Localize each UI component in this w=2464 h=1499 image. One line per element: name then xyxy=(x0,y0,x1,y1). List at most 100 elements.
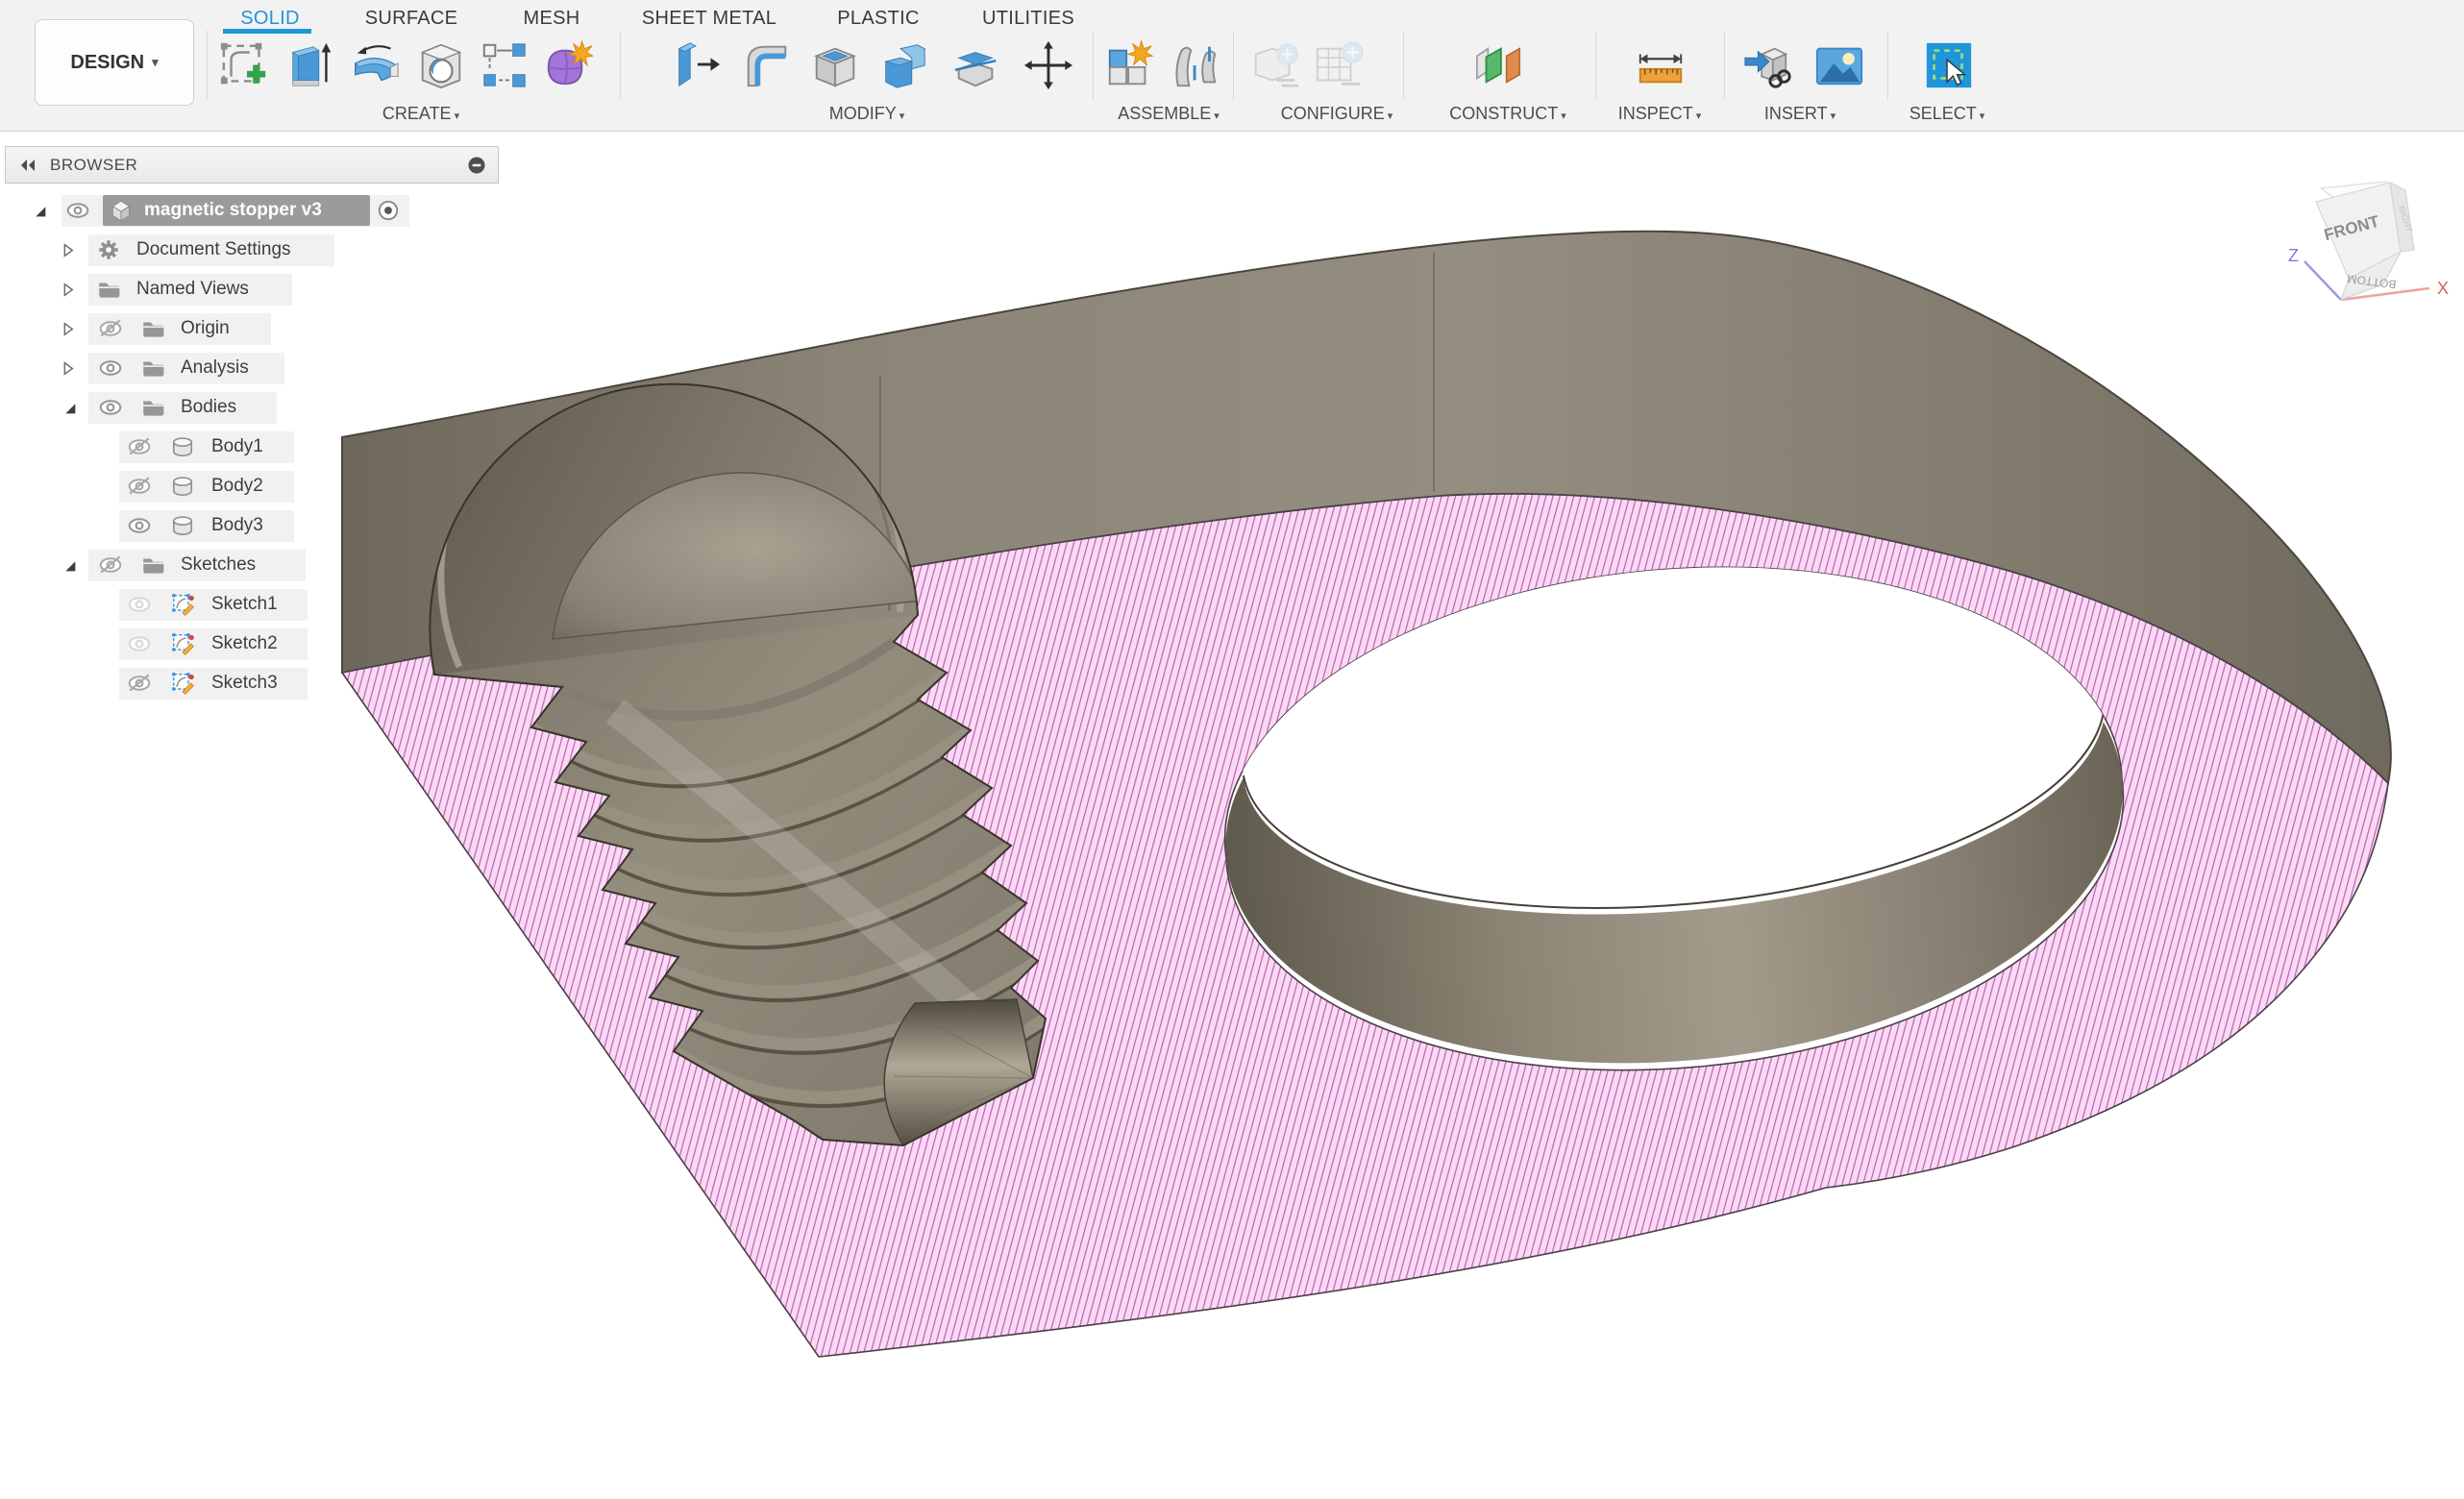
active-tab-underline xyxy=(223,29,311,34)
group-label-select[interactable]: SELECT▾ xyxy=(1910,104,1985,124)
axis-z-label: Z xyxy=(2288,246,2299,265)
visibility-eye-off-icon[interactable] xyxy=(127,474,152,499)
collapse-panel-icon[interactable] xyxy=(17,158,40,173)
rectangular-pattern-icon[interactable] xyxy=(479,38,530,92)
expand-caret-icon[interactable] xyxy=(60,321,76,337)
component-icon xyxy=(109,198,134,223)
chevron-down-icon: ▾ xyxy=(152,55,159,70)
workspace-switcher[interactable]: DESIGN ▾ xyxy=(35,19,194,106)
fillet-icon[interactable] xyxy=(741,38,793,92)
browser-row-root[interactable]: magnetic stopper v3 xyxy=(0,193,500,228)
sketch-icon xyxy=(170,671,195,696)
sketch-icon xyxy=(170,592,195,617)
extrude-icon[interactable] xyxy=(285,38,337,92)
shell-icon[interactable] xyxy=(809,38,861,92)
tab-mesh[interactable]: MESH xyxy=(524,8,580,30)
visibility-eye-off-icon[interactable] xyxy=(98,553,123,577)
folder-icon xyxy=(140,553,165,577)
folder-icon xyxy=(96,277,121,302)
expand-caret-icon[interactable] xyxy=(60,282,76,298)
browser-row-analysis[interactable]: Analysis xyxy=(0,351,500,385)
visibility-eye-icon[interactable] xyxy=(65,198,90,223)
toolbar-divider xyxy=(1724,31,1725,100)
toolbar-divider xyxy=(620,31,621,100)
expand-caret-icon[interactable] xyxy=(60,360,76,377)
browser-row-body1[interactable]: Body1 xyxy=(0,430,500,464)
group-label-configure[interactable]: CONFIGURE▾ xyxy=(1281,104,1393,124)
sketch-icon xyxy=(170,631,195,656)
browser-row-named-views[interactable]: Named Views xyxy=(0,272,500,307)
folder-icon xyxy=(140,395,165,420)
press-pull-icon[interactable] xyxy=(670,38,722,92)
toolbar-divider xyxy=(1887,31,1888,100)
toolbar-divider xyxy=(1595,31,1596,100)
visibility-eye-icon[interactable] xyxy=(98,356,123,381)
document-root-label[interactable]: magnetic stopper v3 xyxy=(144,200,322,221)
toolbar: DESIGN ▾ SOLID SURFACE MESH SHEET METAL … xyxy=(0,0,2464,132)
visibility-eye-icon[interactable] xyxy=(127,513,152,538)
move-copy-icon[interactable] xyxy=(1023,38,1074,92)
workspace-label: DESIGN xyxy=(70,52,144,74)
group-label-inspect[interactable]: INSPECT▾ xyxy=(1618,104,1702,124)
tab-plastic[interactable]: PLASTIC xyxy=(837,8,919,30)
expand-caret-icon[interactable] xyxy=(60,242,76,258)
new-component-icon[interactable] xyxy=(1104,38,1156,92)
measure-icon[interactable] xyxy=(1635,38,1687,92)
group-label-insert[interactable]: INSERT▾ xyxy=(1764,104,1836,124)
expand-caret-icon[interactable] xyxy=(62,400,78,416)
expand-caret-icon[interactable] xyxy=(62,557,78,574)
combine-icon[interactable] xyxy=(878,38,930,92)
group-label-modify[interactable]: MODIFY▾ xyxy=(829,104,905,124)
browser-row-body3[interactable]: Body3 xyxy=(0,508,500,543)
browser-title: BROWSER xyxy=(50,156,137,175)
browser-row-sketch1[interactable]: Sketch1 xyxy=(0,587,500,622)
split-body-icon[interactable] xyxy=(949,38,1001,92)
activate-radio-icon[interactable] xyxy=(376,198,401,223)
toolbar-divider xyxy=(1233,31,1234,100)
browser-row-body2[interactable]: Body2 xyxy=(0,469,500,504)
toolbar-divider xyxy=(1403,31,1404,100)
gear-icon xyxy=(96,237,121,262)
expand-caret-icon[interactable] xyxy=(32,203,48,219)
visibility-eye-faded-icon[interactable] xyxy=(127,631,152,656)
configuration-icon[interactable] xyxy=(1250,38,1302,92)
visibility-eye-faded-icon[interactable] xyxy=(127,592,152,617)
group-label-create[interactable]: CREATE▾ xyxy=(382,104,459,124)
toolbar-divider xyxy=(1093,31,1094,100)
body-cylinder-icon xyxy=(170,434,195,459)
visibility-eye-icon[interactable] xyxy=(98,395,123,420)
axis-x-label: X xyxy=(2437,279,2449,298)
tab-solid[interactable]: SOLID xyxy=(240,8,300,30)
insert-derive-icon[interactable] xyxy=(1741,38,1793,92)
create-sketch-icon[interactable] xyxy=(219,38,271,92)
tab-utilities[interactable]: UTILITIES xyxy=(982,8,1074,30)
create-form-icon[interactable] xyxy=(541,38,593,92)
body-cylinder-icon xyxy=(170,513,195,538)
toolbar-divider xyxy=(207,31,208,100)
browser-row-document-settings[interactable]: Document Settings xyxy=(0,233,500,267)
group-label-assemble[interactable]: ASSEMBLE▾ xyxy=(1118,104,1220,124)
tab-sheet-metal[interactable]: SHEET METAL xyxy=(642,8,776,30)
group-label-construct[interactable]: CONSTRUCT▾ xyxy=(1449,104,1566,124)
visibility-eye-off-icon[interactable] xyxy=(127,671,152,696)
visibility-eye-off-icon[interactable] xyxy=(127,434,152,459)
hole-icon[interactable] xyxy=(415,38,467,92)
folder-icon xyxy=(140,316,165,341)
panel-menu-icon[interactable] xyxy=(467,156,486,175)
construction-plane-icon[interactable] xyxy=(1473,38,1525,92)
folder-icon xyxy=(140,356,165,381)
browser-row-sketch2[interactable]: Sketch2 xyxy=(0,627,500,661)
browser-row-bodies[interactable]: Bodies xyxy=(0,390,500,425)
browser-row-sketches[interactable]: Sketches xyxy=(0,548,500,582)
select-icon[interactable] xyxy=(1923,38,1975,92)
configuration-table-icon[interactable] xyxy=(1314,38,1366,92)
insert-canvas-icon[interactable] xyxy=(1813,38,1865,92)
joint-icon[interactable] xyxy=(1170,38,1222,92)
tab-surface[interactable]: SURFACE xyxy=(365,8,458,30)
browser-row-origin[interactable]: Origin xyxy=(0,311,500,346)
visibility-eye-off-icon[interactable] xyxy=(98,316,123,341)
revolve-icon[interactable] xyxy=(350,38,402,92)
browser-row-sketch3[interactable]: Sketch3 xyxy=(0,666,500,700)
browser-header[interactable]: BROWSER xyxy=(5,146,499,184)
body-cylinder-icon xyxy=(170,474,195,499)
